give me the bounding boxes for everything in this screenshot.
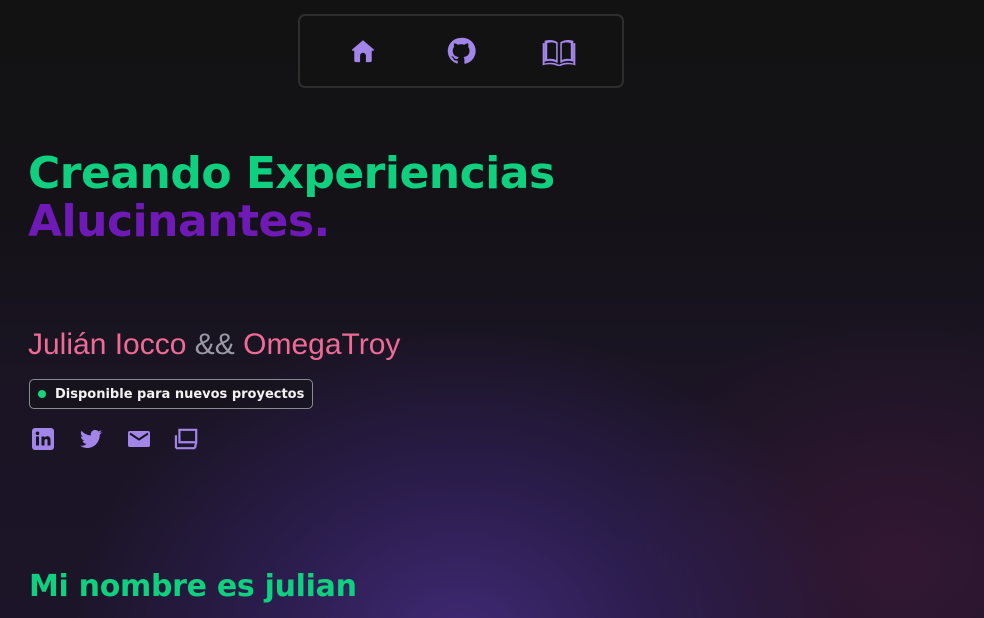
availability-badge: Disponible para nuevos proyectos — [29, 379, 314, 409]
linkedin-icon — [32, 428, 54, 450]
hero-title-line1: Creando Experiencias — [28, 148, 555, 199]
linkedin-link[interactable] — [30, 426, 56, 452]
availability-label: Disponible para nuevos proyectos — [55, 386, 305, 402]
author-name-first: Julián Iocco — [28, 328, 187, 361]
nav-home-button[interactable] — [341, 29, 385, 73]
book-open-icon — [542, 39, 576, 66]
social-links — [30, 426, 200, 452]
github-icon — [447, 37, 476, 64]
portfolio-link[interactable] — [174, 426, 200, 452]
mail-icon — [128, 431, 150, 447]
twitter-icon — [80, 429, 102, 448]
names-separator: && — [194, 328, 235, 361]
home-icon — [351, 40, 375, 63]
about-heading: Mi nombre es julian — [29, 569, 357, 604]
twitter-link[interactable] — [78, 426, 104, 452]
nav-github-button[interactable] — [439, 29, 483, 73]
hero-title-line2: Alucinantes. — [28, 196, 330, 247]
author-name-second: OmegaTroy — [243, 328, 401, 361]
nav-blog-button[interactable] — [537, 29, 581, 73]
top-nav — [298, 14, 624, 88]
laptop-icon — [174, 428, 198, 450]
status-dot-icon — [38, 390, 46, 398]
hero-title: Creando Experiencias Alucinantes. — [28, 150, 555, 246]
author-names: Julián Iocco && OmegaTroy — [28, 327, 400, 363]
email-link[interactable] — [126, 426, 152, 452]
